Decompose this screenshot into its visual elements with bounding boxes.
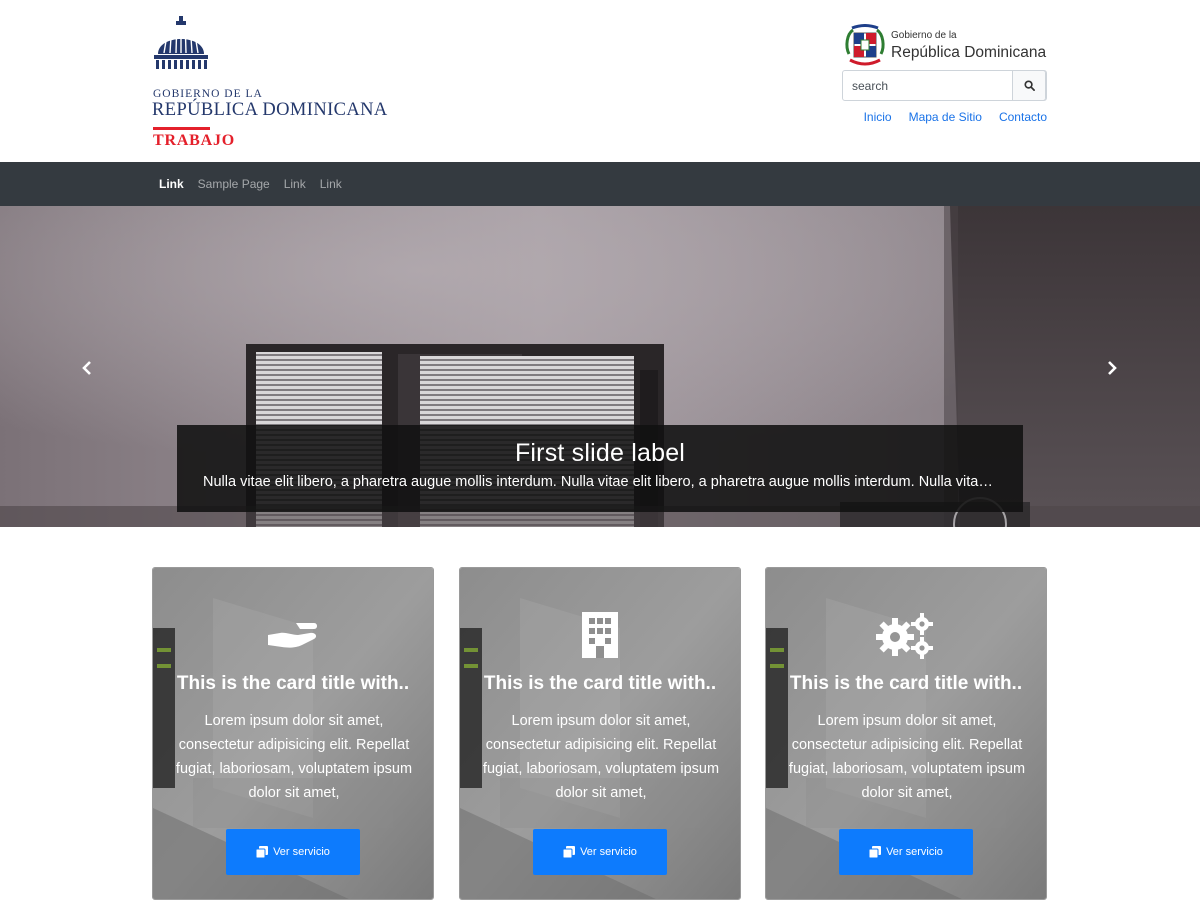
navbar-items: Link Sample Page Link Link	[159, 177, 342, 191]
card-text: Lorem ipsum dolor sit amet, consectetur …	[788, 713, 1026, 801]
slide-caption-title: First slide label	[514, 439, 686, 467]
service-card: This is the card title with.. Lorem ipsu…	[765, 567, 1047, 900]
card-title: This is the card title with..	[483, 673, 717, 694]
government-badge[interactable]: Gobierno de la República Dominicana	[843, 24, 1053, 68]
capitol-dome-icon	[154, 16, 208, 69]
chevron-right-icon	[1108, 361, 1117, 375]
logo-line-2: REPÚBLICA DOMINICANA	[152, 100, 388, 120]
nav-item-sample-page[interactable]: Sample Page	[198, 177, 270, 191]
clone-icon	[869, 846, 882, 858]
button-label: Ver servicio	[886, 846, 943, 858]
link-mapa-de-sitio[interactable]: Mapa de Sitio	[909, 110, 982, 124]
main-navbar: Link Sample Page Link Link	[0, 162, 1200, 206]
button-label: Ver servicio	[273, 846, 330, 858]
nav-item-link-2[interactable]: Link	[284, 177, 306, 191]
search-group	[842, 70, 1047, 101]
site-logo[interactable]: GOBIERNO DE LA REPÚBLICA DOMINICANA TRAB…	[152, 16, 402, 149]
service-card: This is the card title with.. Lorem ipsu…	[152, 567, 434, 900]
logo-divider	[153, 127, 210, 130]
top-links: Inicio Mapa de Sitio Contacto	[864, 110, 1047, 124]
carousel-next-button[interactable]	[1100, 356, 1124, 380]
ver-servicio-button[interactable]: Ver servicio	[839, 829, 973, 875]
search-button[interactable]	[1012, 70, 1046, 101]
link-inicio[interactable]: Inicio	[864, 110, 892, 124]
search-input[interactable]	[843, 71, 1014, 100]
slide-caption-text: Nulla vitae elit libero, a pharetra augu…	[203, 474, 1023, 490]
service-card: This is the card title with.. Lorem ipsu…	[459, 567, 741, 900]
carousel-prev-button[interactable]	[75, 356, 99, 380]
search-icon	[1023, 80, 1035, 91]
nav-item-link-1[interactable]: Link	[159, 177, 184, 191]
coat-of-arms-icon	[845, 24, 885, 66]
button-label: Ver servicio	[580, 846, 637, 858]
card-title: This is the card title with..	[176, 673, 410, 694]
logo-line-1: GOBIERNO DE LA	[153, 88, 263, 100]
badge-line-1: Gobierno de la	[891, 30, 957, 41]
ver-servicio-button[interactable]: Ver servicio	[226, 829, 360, 875]
gears-icon	[766, 610, 1046, 660]
card-text: Lorem ipsum dolor sit amet, consectetur …	[175, 713, 413, 801]
logo-ministry: TRABAJO	[153, 132, 236, 149]
hero-carousel: First slide label Nulla vitae elit liber…	[0, 206, 1200, 527]
card-text: Lorem ipsum dolor sit amet, consectetur …	[482, 713, 720, 801]
card-title: This is the card title with..	[789, 673, 1023, 694]
clone-icon	[563, 846, 576, 858]
site-header: GOBIERNO DE LA REPÚBLICA DOMINICANA TRAB…	[0, 0, 1200, 162]
link-contacto[interactable]: Contacto	[999, 110, 1047, 124]
chevron-left-icon	[82, 361, 91, 375]
badge-line-2: República Dominicana	[891, 44, 1047, 61]
ver-servicio-button[interactable]: Ver servicio	[533, 829, 667, 875]
building-icon	[460, 610, 740, 660]
hand-holding-icon	[153, 610, 433, 660]
nav-item-link-3[interactable]: Link	[320, 177, 342, 191]
clone-icon	[256, 846, 269, 858]
slide-caption: First slide label Nulla vitae elit liber…	[177, 425, 1023, 512]
